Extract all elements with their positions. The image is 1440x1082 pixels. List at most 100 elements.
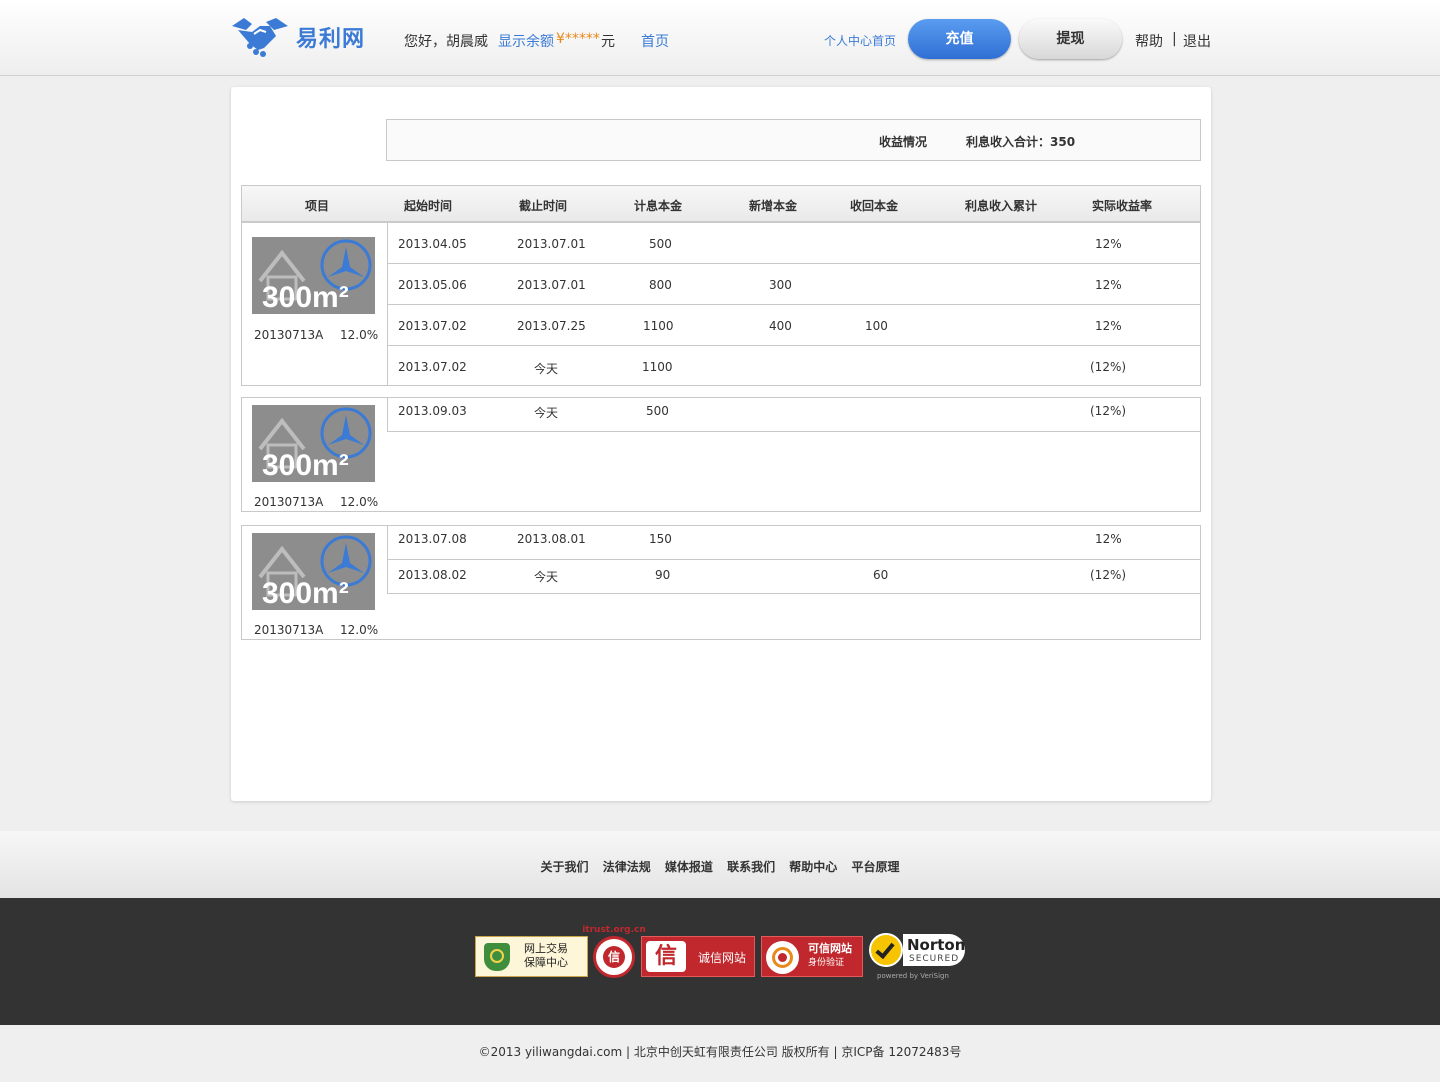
cell-principal: 500 <box>646 404 669 418</box>
project-group: 300m² 20130713A 12.0% 2013.09.03 今天 500 … <box>241 397 1201 512</box>
copyright: ©2013 yiliwangdai.com | 北京中创天虹有限责任公司 版权所… <box>0 1025 1440 1082</box>
swirl-icon <box>766 941 799 974</box>
cell-start: 2013.05.06 <box>398 278 467 292</box>
cell-principal: 1100 <box>642 360 673 374</box>
home-link[interactable]: 首页 <box>641 31 669 51</box>
cell-principal: 150 <box>649 532 672 546</box>
badge-line1: 网上交易 <box>524 942 568 955</box>
cell-yield: (12%) <box>1090 404 1127 418</box>
cell-end: 今天 <box>534 406 559 420</box>
interest-total: 利息收入合计：350 <box>966 135 1076 149</box>
norton-powered: powered by VeriSign <box>877 972 949 980</box>
col-added: 新增本金 <box>749 199 798 213</box>
badge-line2: 保障中心 <box>524 956 568 969</box>
project-group: 300m² 20130713A 12.0% 2013.07.08 2013.08… <box>241 525 1201 640</box>
badge-trade-protection[interactable]: 网上交易 保障中心 <box>475 936 588 977</box>
personal-center-link[interactable]: 个人中心首页 <box>824 32 896 49</box>
show-balance-link[interactable]: 显示余额 <box>498 31 554 51</box>
project-thumbnail[interactable]: 300m² <box>252 237 375 314</box>
project-cell[interactable]: 300m² 20130713A 12.0% <box>242 526 387 639</box>
cell-yield: (12%) <box>1090 360 1127 374</box>
footer-link-about[interactable]: 关于我们 <box>540 860 588 874</box>
badge-line2: 身份验证 <box>808 958 845 968</box>
project-cell[interactable]: 300m² 20130713A 12.0% <box>242 223 387 385</box>
footer-link-help[interactable]: 帮助中心 <box>789 860 837 874</box>
cell-returned: 100 <box>865 319 888 333</box>
project-cell[interactable]: 300m² 20130713A 12.0% <box>242 398 387 511</box>
badge-credit-site[interactable]: 信 诚信网站 <box>641 936 755 977</box>
badge-credit-text: 诚信网站 <box>698 951 747 965</box>
project-group: 300m² 20130713A 12.0% 2013.04.05 2013.07… <box>241 222 1201 386</box>
balance-value: ¥***** <box>556 31 600 47</box>
cell-yield: (12%) <box>1090 568 1127 582</box>
logo-text: 易利网 <box>296 27 366 52</box>
cell-end: 2013.07.01 <box>517 237 586 251</box>
table-row: 2013.07.08 2013.08.01 150 12% <box>387 526 1201 560</box>
project-rate: 12.0% <box>340 623 379 637</box>
badge-itrust-text: 信 <box>603 946 625 968</box>
income-summary: 收益情况 利息收入合计：350 <box>386 119 1201 161</box>
footer-link-media[interactable]: 媒体报道 <box>665 860 713 874</box>
summary-label: 收益情况 <box>879 135 928 149</box>
recharge-button[interactable]: 充值 <box>908 19 1011 59</box>
cell-end: 2013.08.01 <box>517 532 586 546</box>
trust-badges: 网上交易 保障中心 信 itrust.org.cn 信 诚信网站 可信网站 身份… <box>0 898 1440 1025</box>
greeting: 您好，胡晨威 <box>404 34 488 50</box>
project-code: 20130713A <box>254 623 324 637</box>
col-start: 起始时间 <box>404 199 453 213</box>
logout-link[interactable]: 退出 <box>1183 31 1211 51</box>
cell-yield: 12% <box>1095 278 1122 292</box>
main-panel: 收益情况 利息收入合计：350 项目 起始时间 截止时间 计息本金 新增本金 收… <box>231 87 1211 801</box>
table-row: 2013.04.05 2013.07.01 500 12% <box>387 223 1201 264</box>
table-row: 2013.05.06 2013.07.01 800 300 12% <box>387 264 1201 305</box>
cell-yield: 12% <box>1095 532 1122 546</box>
logo[interactable]: 易利网 <box>230 14 365 60</box>
footer-link-principle[interactable]: 平台原理 <box>852 860 900 874</box>
cell-added: 400 <box>769 319 792 333</box>
badge-line1: 可信网站 <box>808 942 852 955</box>
cell-end: 今天 <box>534 362 559 376</box>
cell-start: 2013.07.02 <box>398 360 467 374</box>
project-thumbnail[interactable]: 300m² <box>252 405 375 482</box>
badge-itrust-ring: itrust.org.cn <box>582 925 646 935</box>
col-principal: 计息本金 <box>634 199 683 213</box>
table-row: 2013.07.02 今天 1100 (12%) <box>387 346 1201 386</box>
cell-start: 2013.08.02 <box>398 568 467 582</box>
project-code: 20130713A <box>254 495 324 509</box>
cell-end: 今天 <box>534 570 559 584</box>
footer-links: 关于我们 法律法规 媒体报道 联系我们 帮助中心 平台原理 <box>0 831 1440 898</box>
badge-itrust[interactable]: 信 itrust.org.cn <box>582 925 646 978</box>
project-rate: 12.0% <box>340 495 379 509</box>
footer-link-legal[interactable]: 法律法规 <box>603 860 651 874</box>
footer-link-contact[interactable]: 联系我们 <box>727 860 775 874</box>
cell-principal: 90 <box>655 568 671 582</box>
withdraw-button[interactable]: 提现 <box>1019 19 1122 59</box>
badge-norton[interactable]: Norton SECURED powered by VeriSign <box>869 930 967 982</box>
cell-end: 2013.07.25 <box>517 319 586 333</box>
norton-brand: Norton <box>907 936 966 954</box>
cell-start: 2013.07.02 <box>398 319 467 333</box>
project-thumbnail[interactable]: 300m² <box>252 533 375 610</box>
separator: | <box>1172 31 1177 47</box>
project-code: 20130713A <box>254 328 324 342</box>
house-icon: 300m² <box>258 535 372 610</box>
table-header: 项目 起始时间 截止时间 计息本金 新增本金 收回本金 利息收入累计 实际收益率 <box>241 185 1201 222</box>
thumb-area-text: 300m² <box>262 281 349 314</box>
col-end: 截止时间 <box>519 199 568 213</box>
col-yield: 实际收益率 <box>1092 199 1153 213</box>
house-icon: 300m² <box>258 407 372 482</box>
handshake-icon <box>232 18 288 57</box>
checkmark-icon <box>869 933 903 967</box>
cell-added: 300 <box>769 278 792 292</box>
badge-verified-identity[interactable]: 可信网站 身份验证 <box>761 936 863 977</box>
cell-principal: 800 <box>649 278 672 292</box>
cell-end: 2013.07.01 <box>517 278 586 292</box>
cell-principal: 1100 <box>643 319 674 333</box>
cell-yield: 12% <box>1095 319 1122 333</box>
table-row: 2013.09.03 今天 500 (12%) <box>387 398 1201 432</box>
shield-icon <box>484 943 510 971</box>
table-row: 2013.08.02 今天 90 60 (12%) <box>387 560 1201 594</box>
cell-start: 2013.07.08 <box>398 532 467 546</box>
help-link[interactable]: 帮助 <box>1135 31 1163 51</box>
cell-principal: 500 <box>649 237 672 251</box>
